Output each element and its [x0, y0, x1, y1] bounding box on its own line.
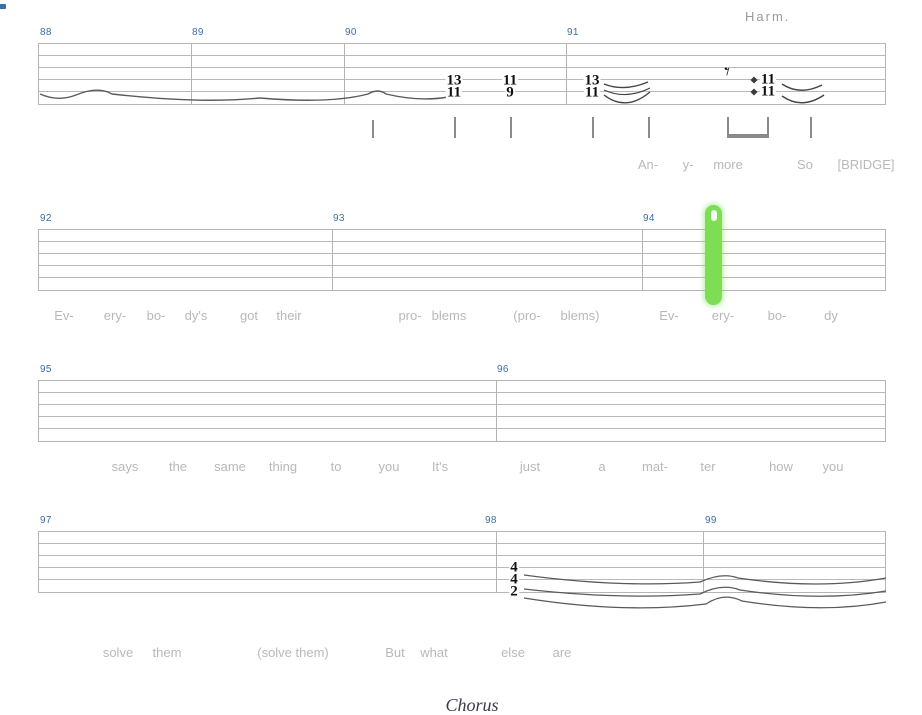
measure-number: 99	[705, 515, 717, 526]
tie-curves	[523, 574, 887, 609]
staff-system-4[interactable]: 97 98 99 4 4 2 solve them (solve them) B…	[0, 0, 922, 680]
staff-line-string-4	[39, 555, 885, 556]
lyric-syllable: (solve them)	[257, 645, 329, 660]
lyric-syllable: what	[420, 645, 448, 660]
section-label-chorus: Chorus	[445, 695, 499, 715]
tablature-sheet: Harm. 88 89 90 91 13 11 11 9 13 11 11 11…	[0, 0, 922, 714]
lyric-syllable: them	[152, 645, 182, 660]
lyric-syllable: But	[385, 645, 405, 660]
tab-staff[interactable]	[38, 531, 886, 593]
lyric-syllable: else	[501, 645, 525, 660]
lyric-syllable: are	[552, 645, 572, 660]
staff-line-string-5	[39, 543, 885, 544]
fret-number[interactable]: 2	[509, 584, 519, 600]
measure-number: 97	[40, 515, 52, 526]
lyric-syllable: solve	[102, 645, 134, 660]
barline	[496, 532, 497, 592]
barline	[703, 532, 704, 592]
staff-line-string-3	[39, 567, 885, 568]
measure-number: 98	[485, 515, 497, 526]
staff-line-string-2	[39, 579, 885, 580]
